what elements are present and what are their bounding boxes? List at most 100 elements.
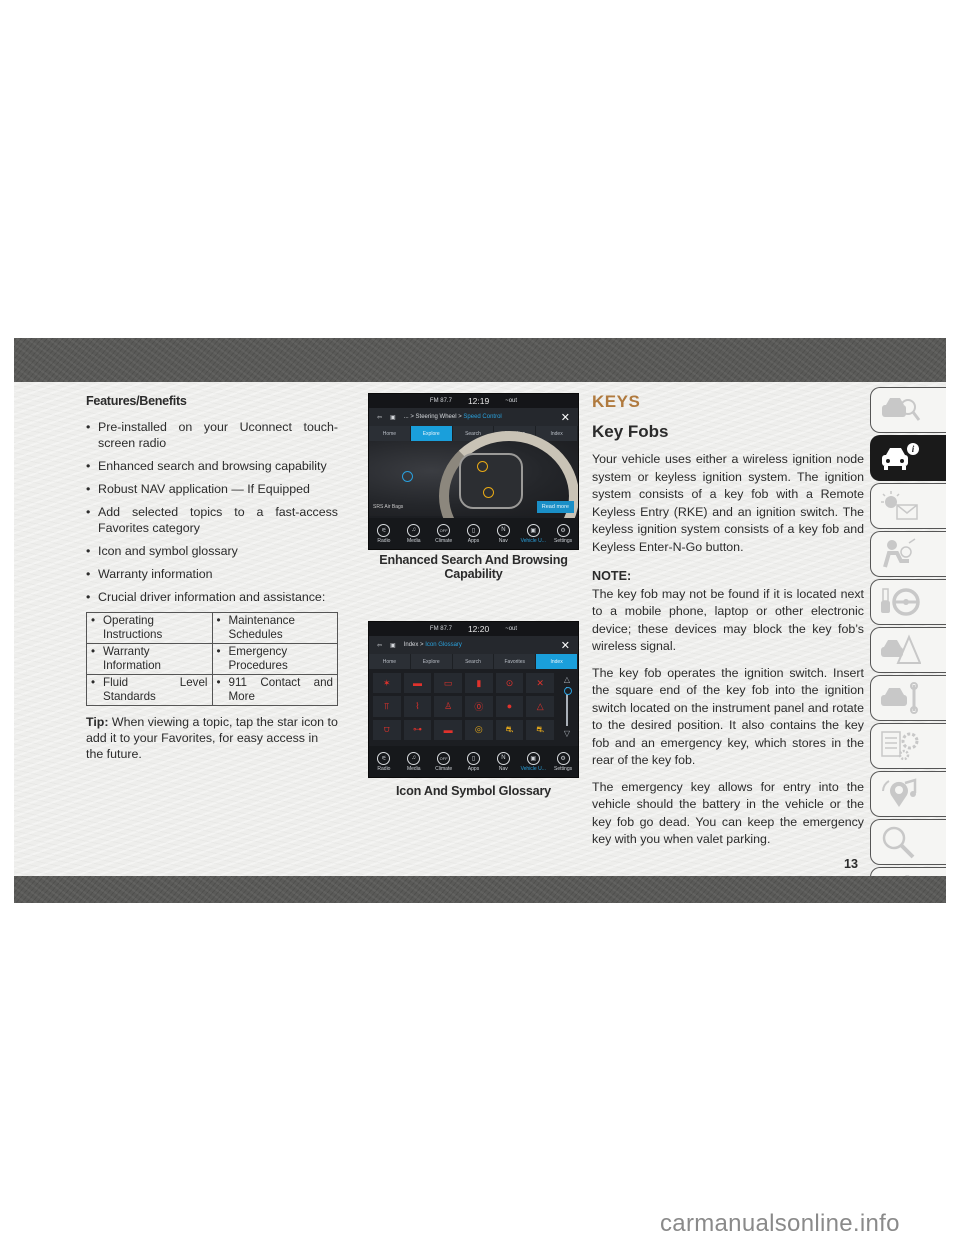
seatbelt-warning-icon[interactable]: ✕ (526, 673, 554, 694)
tip-text: When viewing a topic, tap the star icon … (86, 715, 338, 761)
oil-level-icon[interactable]: ⩌ (373, 719, 401, 740)
tab-safety[interactable] (870, 531, 946, 577)
dock-radio[interactable]: ⚟ Radio (369, 518, 399, 549)
tab-customer-assistance[interactable] (870, 819, 946, 865)
dock-vehicle-user-guide[interactable]: ▣ Vehicle U... (518, 746, 548, 777)
out-label: ~out (505, 398, 518, 404)
clock: 12:20 (467, 624, 490, 634)
features-heading: Features/Benefits (86, 394, 187, 408)
transmission-icon[interactable]: ⊶ (403, 719, 432, 740)
multimedia-note-icon (882, 778, 917, 807)
tab-in-case-of-emergency[interactable] (870, 627, 946, 673)
crucial-info-table: Operating Instructions Maintenance Sched… (86, 612, 338, 706)
table-cell: Emergency Procedures (211, 643, 338, 675)
scroll-down-icon[interactable]: ▽ (564, 729, 570, 738)
tab-search[interactable]: Search (453, 654, 495, 669)
back-arrow-icon[interactable]: ⇦ (377, 414, 382, 421)
seatbelt-reminder-icon[interactable]: ♙ (434, 696, 462, 717)
feature-bullet: Add selected topics to a fast-access Fav… (86, 504, 338, 536)
warning-light-message-icon (881, 491, 918, 520)
close-icon[interactable]: ✕ (561, 639, 570, 652)
features-column: Features/Benefits Pre-installed on your … (86, 393, 338, 762)
airbag-warning-icon[interactable]: ✶ (373, 673, 401, 694)
hazard-triangle-icon[interactable]: △ (526, 696, 554, 717)
tab-technical-specifications[interactable] (870, 723, 946, 769)
close-icon[interactable]: ✕ (561, 411, 570, 424)
tab-home[interactable]: Home (369, 426, 411, 441)
dock-apps[interactable]: ▯ Apps (459, 518, 489, 549)
figure-caption: Enhanced Search And Browsing Capability (379, 553, 568, 581)
compass-icon: N (496, 523, 510, 537)
footer-band (14, 876, 946, 903)
warning-dot-icon[interactable]: ● (495, 696, 524, 717)
magnifier-icon (882, 826, 915, 859)
tab-favorites[interactable]: Favorites (494, 654, 537, 669)
breadcrumb: ⇦ ▣ ... > Steering Wheel > Speed Control… (369, 408, 578, 426)
tab-explore[interactable]: Explore (410, 426, 453, 441)
clock: 12:19 (467, 396, 490, 406)
tab-warning-lights[interactable] (870, 483, 946, 529)
chapter-tabs: i ZEABDICT (870, 387, 946, 903)
table-cell: Operating Instructions (86, 612, 213, 644)
dock-nav[interactable]: N Nav (488, 518, 518, 549)
tab-servicing-and-maintenance[interactable] (870, 675, 946, 721)
vehicle-manual-icon: ▣ (526, 523, 540, 537)
radio-icon: ⚟ (377, 523, 391, 537)
note-paragraph: The key fob may not be found if it is lo… (592, 586, 864, 654)
gear-icon: ⚙ (556, 523, 570, 537)
scroll-thumb[interactable] (563, 687, 572, 695)
subsection-title: Key Fobs (592, 421, 669, 441)
dock-media[interactable]: ♫ Media (399, 518, 429, 549)
tab-starting-and-operating[interactable] (870, 579, 946, 625)
page-number: 13 (844, 857, 859, 871)
dock-nav[interactable]: N Nav (488, 746, 518, 777)
section-title: KEYS (592, 392, 641, 411)
indicator-icon[interactable]: ▬ (403, 673, 432, 694)
hotspot-marker[interactable] (483, 487, 494, 498)
dock-climate[interactable]: OFF Climate (429, 746, 459, 777)
coolant-temp-icon[interactable]: ⫪ (373, 696, 401, 717)
header-band (14, 338, 946, 382)
vehicle-manual-icon: ▣ (526, 751, 540, 765)
tab-getting-to-know-your-vehicle[interactable]: i (870, 435, 946, 481)
dock-climate[interactable]: OFF Climate (429, 518, 459, 549)
dock-settings[interactable]: ⚙ Settings (548, 518, 578, 549)
check-engine-icon[interactable]: ◎ (464, 719, 493, 740)
steering-wheel-image: SRS Air Bags Read more (369, 431, 578, 549)
hotspot-marker[interactable] (477, 461, 488, 472)
feature-bullet: Icon and symbol glossary (86, 543, 338, 559)
figure-caption: Icon And Symbol Glossary (396, 784, 551, 798)
scrollbar[interactable]: △ ▽ (562, 675, 572, 738)
tab-home[interactable]: Home (369, 654, 411, 669)
key-steering-wheel-icon (881, 588, 920, 616)
music-note-icon: ♫ (407, 523, 421, 537)
car-magnifier-icon (882, 398, 921, 421)
tire-pressure-icon[interactable]: ⓪ (464, 696, 493, 717)
car-hazard-icon (881, 634, 921, 664)
oil-pressure-icon[interactable]: ⌇ (403, 696, 432, 717)
dock-settings[interactable]: ⚙ Settings (548, 746, 578, 777)
feature-bullet: Crucial driver information and assistanc… (86, 589, 338, 605)
dock-media[interactable]: ♫ Media (399, 746, 429, 777)
traction-control-icon[interactable]: ⛐ (495, 719, 524, 740)
dock-radio[interactable]: ⚟ Radio (369, 746, 399, 777)
tab-multimedia[interactable] (870, 771, 946, 817)
climate-off-icon: OFF (437, 523, 451, 537)
tab-index[interactable]: Index (536, 654, 578, 669)
dock-vehicle-user-guide[interactable]: ▣ Vehicle U... (518, 518, 548, 549)
hotspot-marker[interactable] (402, 471, 413, 482)
climate-off-icon: OFF (437, 751, 451, 765)
tab-introduction[interactable] (870, 387, 946, 433)
brake-warning-icon[interactable]: ⊙ (495, 673, 524, 694)
dock-apps[interactable]: ▯ Apps (459, 746, 489, 777)
back-arrow-icon[interactable]: ⇦ (377, 642, 382, 649)
door-open-icon[interactable]: ▮ (464, 673, 493, 694)
read-more-button[interactable]: Read more (536, 501, 574, 513)
tab-explore[interactable]: Explore (411, 654, 453, 669)
indicator-icon[interactable]: ▬ (434, 719, 462, 740)
watermark: carmanualsonline.info (660, 1210, 900, 1237)
control-pad (459, 453, 523, 509)
traction-off-icon[interactable]: ⛐ (526, 719, 554, 740)
battery-warning-icon[interactable]: ▭ (434, 673, 462, 694)
scroll-up-icon[interactable]: △ (564, 675, 570, 684)
